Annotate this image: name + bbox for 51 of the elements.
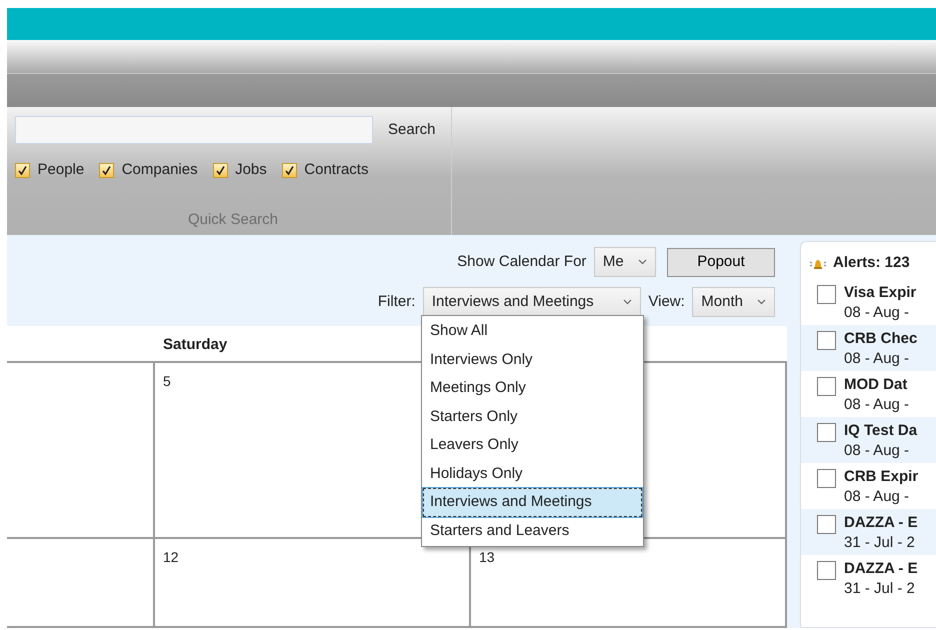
search-field[interactable] xyxy=(15,116,373,144)
checkbox-label: People xyxy=(38,160,84,180)
alert-date: 08 - Aug - xyxy=(844,394,910,414)
day-number: 13 xyxy=(479,549,495,565)
dropdown-item[interactable]: Show All xyxy=(423,317,642,346)
calendar-owner-dropdown[interactable]: Me xyxy=(594,247,656,277)
calendar-day-cell[interactable] xyxy=(7,363,155,539)
checkbox[interactable] xyxy=(817,422,836,442)
view-dropdown[interactable]: Month xyxy=(692,287,775,317)
checkbox[interactable] xyxy=(15,162,30,178)
alert-title[interactable]: Visa Expir xyxy=(844,282,916,302)
checkbox-label: Companies xyxy=(122,160,198,180)
field-label: Show Calendar For xyxy=(457,252,586,272)
day-number: 5 xyxy=(163,373,171,389)
alert-title[interactable]: CRB Chec xyxy=(844,328,918,348)
dropdown-item[interactable]: Interviews and Meetings xyxy=(423,488,642,516)
checkbox[interactable] xyxy=(817,560,836,580)
caret-icon xyxy=(622,299,632,305)
checkbox[interactable] xyxy=(817,376,836,396)
field-label: View: xyxy=(648,292,685,312)
group-label: Quick Search xyxy=(186,210,280,230)
alert-title[interactable]: DAZZA - E xyxy=(844,558,918,578)
alert-date: 08 - Aug - xyxy=(844,302,910,322)
alert-title[interactable]: MOD Dat xyxy=(844,374,910,394)
day-number: 12 xyxy=(163,549,179,565)
alert-date: 31 - Jul - 2 xyxy=(844,578,916,598)
popout-button[interactable]: Popout xyxy=(667,248,775,276)
alert-date: 08 - Aug - xyxy=(844,486,910,506)
checkbox-label: Contracts xyxy=(304,160,368,180)
day-header: Saturday xyxy=(163,336,228,353)
alert-title[interactable]: DAZZA - E xyxy=(844,512,918,532)
caret-icon xyxy=(638,259,647,265)
checkbox[interactable] xyxy=(212,162,228,178)
alert-title[interactable]: CRB Expir xyxy=(844,466,918,486)
checkbox-label: Jobs xyxy=(235,160,267,180)
checkbox[interactable] xyxy=(99,162,114,178)
calendar-day-cell[interactable] xyxy=(7,539,155,628)
search-button[interactable]: Search xyxy=(388,118,436,142)
checkbox[interactable] xyxy=(817,514,836,534)
alert-date: 31 - Jul - 2 xyxy=(844,532,916,552)
checkbox[interactable] xyxy=(817,330,836,350)
alert-date: 08 - Aug - xyxy=(844,348,910,368)
checkbox[interactable] xyxy=(282,162,297,178)
alert-title[interactable]: IQ Test Da xyxy=(844,420,918,440)
filter-dropdown[interactable]: Interviews and Meetings xyxy=(422,287,641,317)
checkbox[interactable] xyxy=(817,468,836,488)
alerts-title: Alerts: 123 xyxy=(833,253,910,273)
checkbox[interactable] xyxy=(817,284,836,304)
field-label: Filter: xyxy=(378,292,416,312)
alert-date: 08 - Aug - xyxy=(844,440,910,460)
caret-icon xyxy=(757,299,766,305)
